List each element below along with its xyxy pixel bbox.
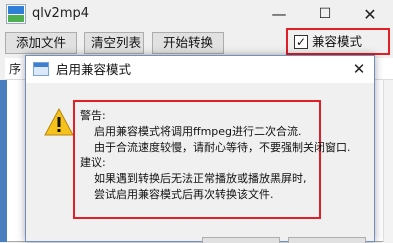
compat-mode-label[interactable]: 兼容模式 [312,32,362,52]
app-icon [6,4,26,24]
dialog-button-partial[interactable] [202,237,280,243]
app-icon-top [8,6,24,14]
dialog-close-button[interactable]: ✕ [344,56,374,83]
app-icon-bottom [8,15,24,22]
message-line: 尝试启用兼容模式后再次转换该文件. [94,188,274,201]
list-scrollbar[interactable] [383,80,393,242]
close-button[interactable]: ✕ [347,0,393,29]
message-line-suggestion-heading: 建议: [80,156,106,169]
compat-mode-checkbox[interactable]: ✓ [294,35,308,49]
dialog-window-icon-bar [34,63,48,67]
message-line: 由于合流速度较慢，请耐心等待，不要强制关闭窗口. [94,141,351,154]
maximize-button[interactable]: ☐ [302,0,348,29]
warning-icon [44,108,74,136]
start-convert-button[interactable]: 开始转换 [152,32,224,54]
message-line-warning-heading: 警告: [80,109,106,122]
window-title: qlv2mp4 [32,6,90,21]
dialog-title: 启用兼容模式 [56,62,132,77]
minimize-button[interactable]: — [256,0,302,29]
compat-mode-dialog: 启用兼容模式 ✕ 警告: 启用兼容模式将调用ffmpeg进行二次合流. 由于合流… [25,55,375,243]
dialog-button-partial[interactable] [288,237,366,243]
dialog-titlebar[interactable]: 启用兼容模式 ✕ [26,56,374,83]
add-file-button[interactable]: 添加文件 [5,32,77,54]
message-line: 如果遇到转换后无法正常播放或播放黑屏时, [94,172,307,185]
file-list-header-label: 序 [9,62,22,76]
clear-list-button[interactable]: 清空列表 [84,32,144,54]
background-window-edge [0,80,7,242]
dialog-window-icon [33,62,49,76]
message-line: 启用兼容模式将调用ffmpeg进行二次合流. [94,125,302,138]
